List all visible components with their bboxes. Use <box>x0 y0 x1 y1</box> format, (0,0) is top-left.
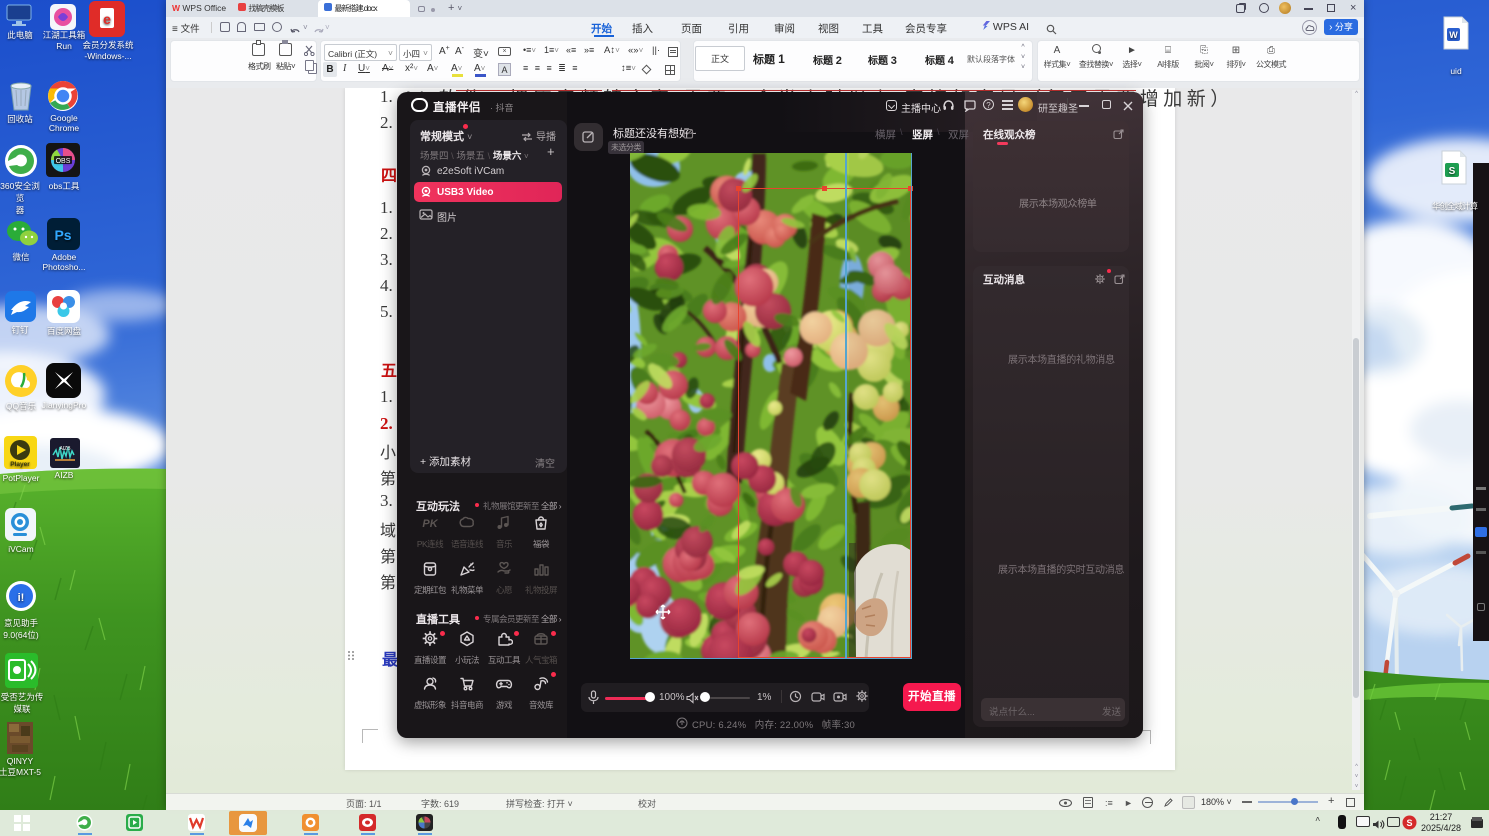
svg-text:S: S <box>1449 166 1456 177</box>
svg-text:Player: Player <box>10 461 30 468</box>
svg-text:PK: PK <box>422 518 438 530</box>
svg-text:OBS: OBS <box>56 158 71 165</box>
svg-text:Ps: Ps <box>54 227 71 243</box>
svg-text:AIZB: AIZB <box>59 446 71 452</box>
svg-text:i!: i! <box>18 592 25 604</box>
svg-text:e: e <box>103 11 111 27</box>
svg-text:W: W <box>1449 30 1458 40</box>
svg-text:S: S <box>1406 818 1412 828</box>
